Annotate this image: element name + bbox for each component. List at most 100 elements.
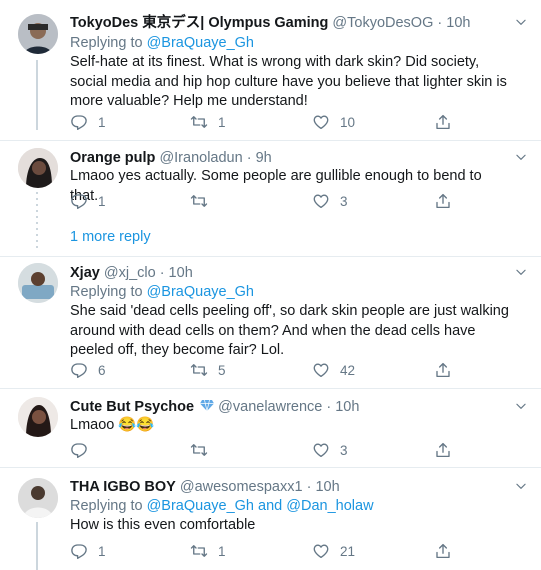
reply-button[interactable]: 6 bbox=[70, 360, 106, 380]
avatar-image bbox=[18, 148, 58, 188]
tweet-actions: 1 1 10 bbox=[70, 112, 490, 132]
timestamp[interactable]: · 10h bbox=[160, 265, 193, 281]
avatar-image bbox=[18, 397, 58, 437]
like-count: 42 bbox=[340, 362, 356, 378]
retweet-icon bbox=[190, 542, 208, 560]
divider bbox=[0, 140, 541, 141]
heart-icon bbox=[312, 192, 330, 210]
display-name[interactable]: Xjay bbox=[70, 265, 100, 281]
reply-mention-link[interactable]: @BraQuaye_Gh bbox=[147, 498, 254, 514]
user-handle[interactable]: @TokyoDesOG bbox=[332, 15, 433, 31]
tweet-actions: 6 5 42 bbox=[70, 360, 490, 380]
share-button[interactable] bbox=[434, 440, 452, 460]
timestamp[interactable]: · 9h bbox=[247, 150, 272, 166]
tweet-header: Cute But Psychoe @vanelawrence · 10h bbox=[70, 398, 359, 416]
reply-icon bbox=[70, 361, 88, 379]
share-icon bbox=[434, 192, 452, 210]
tweet-header: Orange pulp @Iranoladun · 9h bbox=[70, 149, 272, 167]
share-icon bbox=[434, 113, 452, 131]
tweet-text: She said 'dead cells peeling off', so da… bbox=[70, 303, 509, 358]
like-button[interactable]: 3 bbox=[312, 191, 348, 211]
heart-icon bbox=[312, 361, 330, 379]
reply-count: 6 bbox=[98, 362, 106, 378]
thread-line bbox=[36, 60, 38, 130]
replying-prefix: Replying to bbox=[70, 498, 143, 514]
retweet-icon bbox=[190, 113, 208, 131]
tweet-header: THA IGBO BOY @awesomespaxx1 · 10h bbox=[70, 478, 340, 496]
display-name[interactable]: Cute But Psychoe bbox=[70, 399, 194, 415]
chevron-down-icon[interactable] bbox=[514, 265, 528, 279]
user-handle[interactable]: @Iranoladun bbox=[159, 150, 242, 166]
chevron-down-icon[interactable] bbox=[514, 15, 528, 29]
user-handle[interactable]: @vanelawrence bbox=[218, 399, 322, 415]
retweet-icon bbox=[190, 192, 208, 210]
share-icon bbox=[434, 361, 452, 379]
like-count: 3 bbox=[340, 193, 348, 209]
share-icon bbox=[434, 542, 452, 560]
tweet-actions: 1 1 21 bbox=[70, 541, 490, 561]
retweet-icon bbox=[190, 361, 208, 379]
avatar[interactable] bbox=[18, 397, 58, 437]
reply-button[interactable]: 1 bbox=[70, 541, 106, 561]
reply-mention-link[interactable]: @BraQuaye_Gh bbox=[147, 35, 254, 51]
display-name[interactable]: TokyoDes 東京デス| Olympus Gaming bbox=[70, 15, 328, 31]
reply-mention-link[interactable]: @BraQuaye_Gh bbox=[147, 284, 254, 300]
like-button[interactable]: 42 bbox=[312, 360, 355, 380]
thread-dots bbox=[36, 192, 38, 248]
timestamp[interactable]: · 10h bbox=[326, 399, 359, 415]
share-button[interactable] bbox=[434, 541, 452, 561]
user-handle[interactable]: @xj_clo bbox=[104, 265, 156, 281]
tweet-header: TokyoDes 東京デス| Olympus Gaming @TokyoDesO… bbox=[70, 14, 470, 32]
reply-mention-link-2[interactable]: @Dan_holaw bbox=[286, 498, 373, 514]
thread-line bbox=[36, 522, 38, 570]
like-button[interactable]: 3 bbox=[312, 440, 348, 460]
reply-icon bbox=[70, 192, 88, 210]
share-button[interactable] bbox=[434, 191, 452, 211]
replying-prefix: Replying to bbox=[70, 35, 143, 51]
retweet-button[interactable]: 1 bbox=[190, 541, 226, 561]
diamond-icon bbox=[200, 399, 215, 412]
replying-to: Replying to @BraQuaye_Gh bbox=[70, 283, 254, 301]
avatar[interactable] bbox=[18, 263, 58, 303]
retweet-button[interactable]: 1 bbox=[190, 112, 226, 132]
timestamp[interactable]: · 10h bbox=[307, 479, 340, 495]
reply-count: 1 bbox=[98, 193, 106, 209]
retweet-count: 5 bbox=[218, 362, 226, 378]
chevron-down-icon[interactable] bbox=[514, 150, 528, 164]
share-button[interactable] bbox=[434, 112, 452, 132]
avatar-image bbox=[18, 263, 58, 303]
avatar[interactable] bbox=[18, 148, 58, 188]
chevron-down-icon[interactable] bbox=[514, 399, 528, 413]
like-button[interactable]: 10 bbox=[312, 112, 355, 132]
display-name[interactable]: THA IGBO BOY bbox=[70, 479, 176, 495]
like-count: 21 bbox=[340, 543, 356, 559]
like-count: 3 bbox=[340, 442, 348, 458]
share-icon bbox=[434, 441, 452, 459]
replying-and: and bbox=[258, 498, 283, 514]
avatar-image bbox=[18, 14, 58, 54]
retweet-button[interactable]: 5 bbox=[190, 360, 226, 380]
timestamp[interactable]: · 10h bbox=[437, 15, 470, 31]
avatar[interactable] bbox=[18, 478, 58, 518]
display-name[interactable]: Orange pulp bbox=[70, 150, 155, 166]
tweet-text: How is this even comfortable bbox=[70, 517, 256, 533]
avatar[interactable] bbox=[18, 14, 58, 54]
more-replies-link[interactable]: 1 more reply bbox=[70, 229, 151, 245]
divider bbox=[0, 256, 541, 257]
heart-icon bbox=[312, 113, 330, 131]
reply-button[interactable]: 1 bbox=[70, 191, 106, 211]
retweet-button[interactable] bbox=[190, 440, 218, 460]
retweet-button[interactable] bbox=[190, 191, 218, 211]
like-button[interactable]: 21 bbox=[312, 541, 355, 561]
divider bbox=[0, 388, 541, 389]
tweet-actions: 1 3 bbox=[70, 191, 490, 211]
reply-button[interactable]: 1 bbox=[70, 112, 106, 132]
user-handle[interactable]: @awesomespaxx1 bbox=[180, 479, 303, 495]
share-button[interactable] bbox=[434, 360, 452, 380]
chevron-down-icon[interactable] bbox=[514, 479, 528, 493]
tweet-text: Lmaoo 😂😂 bbox=[70, 417, 155, 433]
retweet-count: 1 bbox=[218, 114, 226, 130]
reply-button[interactable] bbox=[70, 440, 98, 460]
replying-prefix: Replying to bbox=[70, 284, 143, 300]
retweet-count: 1 bbox=[218, 543, 226, 559]
